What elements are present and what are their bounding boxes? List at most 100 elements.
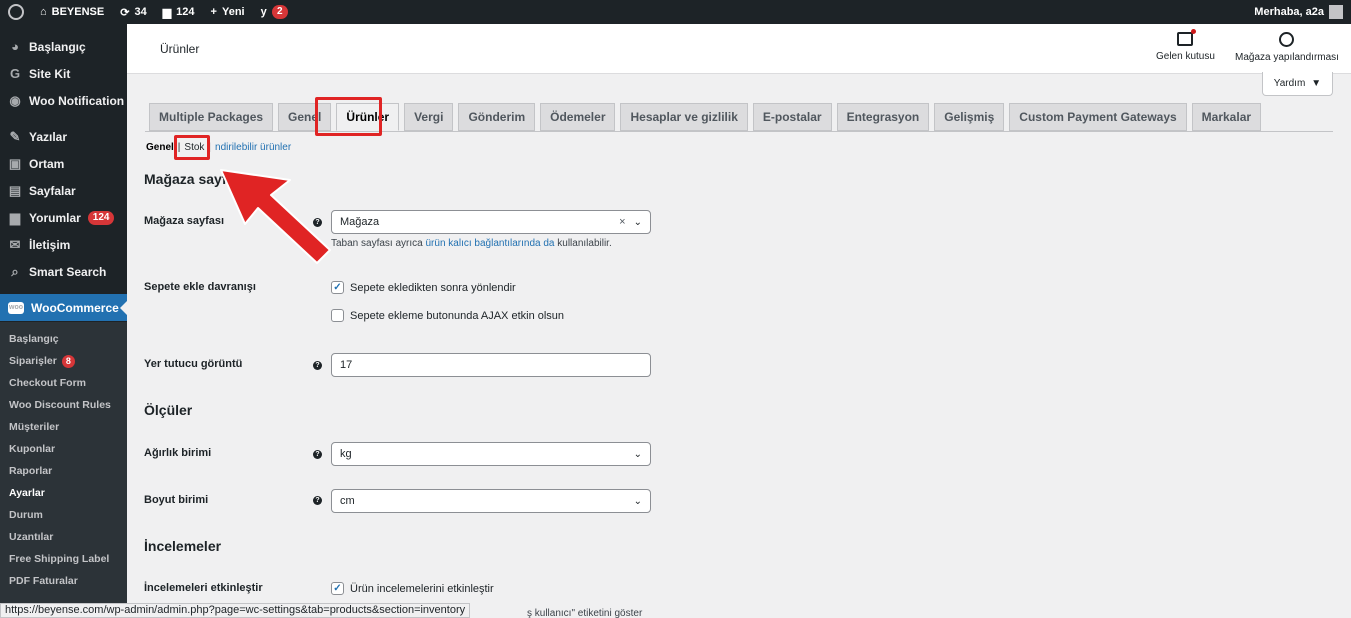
store-setup-button[interactable]: Mağaza yapılandırması xyxy=(1235,32,1339,63)
media-icon: ▣ xyxy=(8,155,22,171)
clear-icon[interactable]: × xyxy=(619,216,625,228)
tab-payments[interactable]: Ödemeler xyxy=(540,103,616,131)
submenu-checkout-form[interactable]: Checkout Form xyxy=(0,372,127,394)
redirect-checkbox[interactable]: ✓ xyxy=(331,281,344,294)
orders-badge: 8 xyxy=(61,354,75,368)
menu-dashboard[interactable]: ◕ Başlangıç xyxy=(0,33,127,60)
submenu-customers[interactable]: Müşteriler xyxy=(0,416,127,438)
placeholder-image-label: Yer tutucu görüntü xyxy=(144,358,243,370)
woocommerce-submenu: Başlangıç Siparişler 8 Checkout Form Woo … xyxy=(0,322,127,618)
highlight-products-tab xyxy=(315,97,382,136)
comment-icon: ▆ xyxy=(162,6,172,19)
shop-page-select[interactable]: Mağaza × ⌄ xyxy=(331,210,651,234)
submenu-discount-rules[interactable]: Woo Discount Rules xyxy=(0,394,127,416)
weight-unit-label: Ağırlık birimi xyxy=(144,447,212,459)
tab-emails[interactable]: E-postalar xyxy=(752,103,832,131)
new-content-link[interactable]: + Yeni xyxy=(203,0,253,24)
submenu-orders[interactable]: Siparişler 8 xyxy=(0,350,127,372)
shop-page-description: Taban sayfası ayrıca ürün kalıcı bağlant… xyxy=(331,238,612,249)
refresh-icon: ⟳ xyxy=(120,6,130,19)
plus-icon: + xyxy=(210,6,217,18)
tab-accounts-privacy[interactable]: Hesaplar ve gizlilik xyxy=(620,103,748,131)
chevron-down-icon: ⌄ xyxy=(633,495,642,507)
tab-brands[interactable]: Markalar xyxy=(1191,103,1262,131)
submenu-free-shipping-label[interactable]: Free Shipping Label xyxy=(0,548,127,570)
menu-smart-search[interactable]: ⌕ Smart Search xyxy=(0,258,127,285)
yoast-badge: 2 xyxy=(271,5,288,19)
help-tip-icon[interactable]: ? xyxy=(313,450,322,459)
dimension-unit-label: Boyut birimi xyxy=(144,494,209,506)
annotation-arrow xyxy=(220,169,331,264)
submenu-home[interactable]: Başlangıç xyxy=(0,328,127,350)
inbox-icon xyxy=(1177,29,1197,46)
menu-posts[interactable]: ✎ Yazılar xyxy=(0,123,127,150)
menu-media[interactable]: ▣ Ortam xyxy=(0,150,127,177)
tab-multiple-packages[interactable]: Multiple Packages xyxy=(149,103,274,131)
submenu-coupons[interactable]: Kuponlar xyxy=(0,438,127,460)
avatar xyxy=(1329,5,1343,19)
menu-pages[interactable]: ▤ Sayfalar xyxy=(0,177,127,204)
add-to-cart-label: Sepete ekle davranışı xyxy=(144,281,256,293)
submenu-extensions[interactable]: Uzantılar xyxy=(0,526,127,548)
menu-comments[interactable]: ▆ Yorumlar 124 xyxy=(0,204,127,231)
page-header: Ürünler Gelen kutusu Mağaza yapılandırma… xyxy=(127,24,1351,74)
page-title: Ürünler xyxy=(160,42,200,56)
verified-owner-text: ş kullanıcı" etiketini göster xyxy=(527,608,643,618)
enable-reviews-checkbox[interactable]: ✓ xyxy=(331,582,344,595)
menu-woo-notification[interactable]: ◉ Woo Notification xyxy=(0,87,127,114)
section-general-link[interactable]: Genel xyxy=(146,142,174,153)
weight-unit-select[interactable]: kg ⌄ xyxy=(331,442,651,466)
menu-contact[interactable]: ✉ İletişim xyxy=(0,231,127,258)
submenu-reports[interactable]: Raporlar xyxy=(0,460,127,482)
shop-page-label: Mağaza sayfası xyxy=(144,215,225,227)
notification-dot xyxy=(1191,29,1197,34)
woo-icon: woo xyxy=(8,301,24,314)
progress-circle-icon xyxy=(1279,32,1295,47)
section-downloadable-link[interactable]: ndirilebilir ürünler xyxy=(215,142,291,153)
chevron-down-icon: ⌄ xyxy=(633,448,642,460)
ajax-checkbox-row: Sepete ekleme butonunda AJAX etkin olsun xyxy=(331,309,564,322)
highlight-stock-link xyxy=(174,135,210,160)
menu-sitekit[interactable]: G Site Kit xyxy=(0,60,127,87)
submenu-status[interactable]: Durum xyxy=(0,504,127,526)
admin-bar: ⌂ BEYENSE ⟳ 34 ▆ 124 + Yeni y2 Merhaba, a2a xyxy=(0,0,1351,24)
help-tip-icon[interactable]: ? xyxy=(313,496,322,505)
section-links: Genel | Stok | ndirilebilir ürünler xyxy=(146,142,292,153)
help-tip-icon[interactable]: ? xyxy=(313,361,322,370)
search-icon: ⌕ xyxy=(11,263,19,279)
ajax-checkbox[interactable] xyxy=(331,309,344,322)
comments-link[interactable]: ▆ 124 xyxy=(155,0,203,24)
admin-sidebar: ◕ Başlangıç G Site Kit ◉ Woo Notification ✎… xyxy=(0,24,127,618)
account-menu[interactable]: Merhaba, a2a xyxy=(1246,0,1351,24)
help-tab-button[interactable]: Yardım ▼ xyxy=(1262,72,1333,96)
inbox-button[interactable]: Gelen kutusu xyxy=(1156,29,1215,62)
yoast-menu[interactable]: y2 xyxy=(253,0,296,24)
help-tip-icon[interactable]: ? xyxy=(313,218,322,227)
dashboard-icon: ◕ xyxy=(11,39,19,54)
submenu-settings[interactable]: Ayarlar xyxy=(0,482,127,504)
updates-link[interactable]: ⟳ 34 xyxy=(112,0,154,24)
permalink-link[interactable]: ürün kalıcı bağlantılarında da xyxy=(426,238,555,249)
shop-pages-heading: Mağaza sayfası xyxy=(144,171,246,187)
chevron-down-icon: ⌄ xyxy=(633,216,642,228)
comments-badge: 124 xyxy=(87,210,115,225)
wp-logo-menu[interactable] xyxy=(0,0,32,24)
tab-shipping[interactable]: Gönderim xyxy=(458,103,536,131)
redirect-checkbox-row: ✓ Sepete ekledikten sonra yönlendir xyxy=(331,281,516,294)
comment-icon: ▆ xyxy=(10,209,20,225)
tab-advanced[interactable]: Gelişmiş xyxy=(934,103,1005,131)
tab-tax[interactable]: Vergi xyxy=(404,103,454,131)
submenu-pdf-invoices[interactable]: PDF Faturalar xyxy=(0,570,127,592)
menu-woocommerce[interactable]: woo WooCommerce xyxy=(0,294,127,321)
tab-custom-payment-gateways[interactable]: Custom Payment Gateways xyxy=(1009,103,1187,131)
reviews-heading: İncelemeler xyxy=(144,538,222,554)
enable-reviews-label: İncelemeleri etkinleştir xyxy=(144,582,263,594)
placeholder-image-input[interactable]: 17 xyxy=(331,353,651,377)
measurements-heading: Ölçüler xyxy=(144,402,193,418)
page-icon: ▤ xyxy=(8,182,22,198)
caret-down-icon: ▼ xyxy=(1311,78,1322,89)
tab-integration[interactable]: Entegrasyon xyxy=(836,103,930,131)
notification-icon: ◉ xyxy=(9,92,21,108)
site-name-link[interactable]: ⌂ BEYENSE xyxy=(32,0,112,24)
dimension-unit-select[interactable]: cm ⌄ xyxy=(331,489,651,513)
